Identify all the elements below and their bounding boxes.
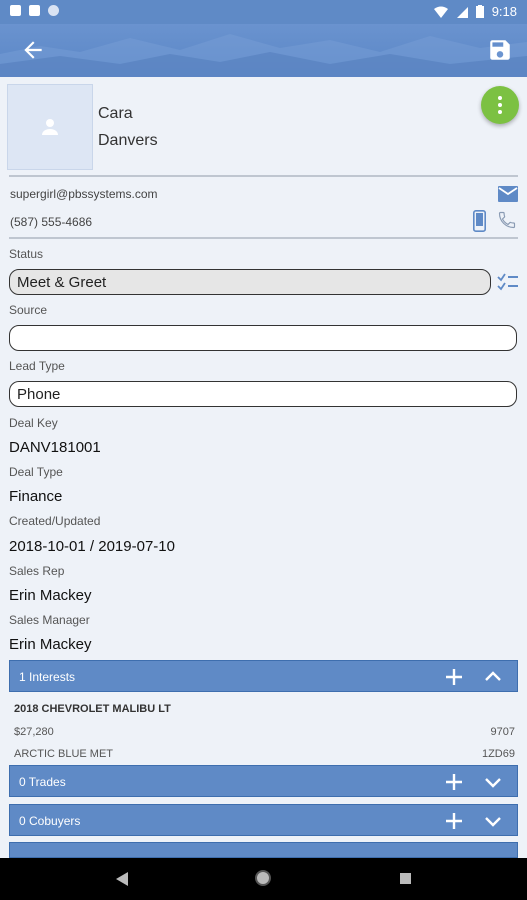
deal-type-label: Deal Type bbox=[9, 465, 63, 479]
divider bbox=[9, 237, 518, 239]
deal-type-value: Finance bbox=[9, 488, 63, 505]
interests-section-title: 1 Interests bbox=[19, 670, 76, 684]
vehicle-stock-number: 9707 bbox=[490, 726, 515, 738]
arrow-back-icon[interactable] bbox=[20, 37, 46, 63]
more-vert-icon bbox=[498, 96, 502, 100]
created-updated-label: Created/Updated bbox=[9, 514, 101, 528]
chevron-down-icon[interactable] bbox=[483, 772, 503, 792]
vehicle-price: $27,280 bbox=[14, 726, 54, 738]
vehicle-vin: 1ZD69 bbox=[481, 748, 515, 760]
app-bar-background bbox=[0, 34, 527, 77]
sync-icon bbox=[48, 5, 59, 16]
deal-key-label: Deal Key bbox=[9, 416, 58, 430]
wifi-icon bbox=[433, 6, 448, 18]
trades-section-header[interactable]: 0 Trades bbox=[9, 765, 518, 797]
person-icon bbox=[42, 119, 58, 135]
trades-section-title: 0 Trades bbox=[19, 775, 66, 789]
lead-type-label: Lead Type bbox=[9, 359, 65, 373]
sim-icon bbox=[10, 5, 21, 16]
deal-key-value: DANV181001 bbox=[9, 439, 101, 456]
lead-type-field[interactable]: Phone bbox=[9, 381, 517, 407]
sales-manager-value: Erin Mackey bbox=[9, 636, 92, 653]
cobuyers-section-title: 0 Cobuyers bbox=[19, 814, 81, 828]
nav-back-icon[interactable] bbox=[116, 872, 128, 886]
last-name: Danvers bbox=[98, 132, 158, 149]
save-icon[interactable] bbox=[487, 37, 513, 63]
status-field[interactable]: Meet & Greet bbox=[9, 269, 491, 295]
no-sim-icon bbox=[456, 6, 468, 18]
phone-text[interactable]: (587) 555-4686 bbox=[10, 215, 92, 229]
divider bbox=[9, 175, 518, 177]
chevron-up-icon[interactable] bbox=[483, 667, 503, 687]
first-name: Cara bbox=[98, 105, 133, 122]
next-section-header[interactable] bbox=[9, 842, 518, 858]
status-left-icons bbox=[10, 5, 59, 16]
cobuyers-section-header[interactable]: 0 Cobuyers bbox=[9, 804, 518, 836]
status-time: 9:18 bbox=[491, 4, 517, 19]
source-label: Source bbox=[9, 303, 48, 317]
sd-card-icon bbox=[29, 5, 40, 16]
email-text[interactable]: supergirl@pbssystems.com bbox=[10, 187, 158, 201]
more-options-button[interactable] bbox=[481, 86, 519, 124]
nav-home-icon[interactable] bbox=[255, 870, 271, 886]
vehicle-color: ARCTIC BLUE MET bbox=[14, 748, 114, 760]
phone-icon[interactable] bbox=[497, 210, 517, 230]
checklist-icon[interactable] bbox=[497, 272, 519, 292]
status-right-icons: 9:18 bbox=[433, 4, 517, 19]
mobile-phone-icon[interactable] bbox=[473, 210, 486, 232]
chevron-down-icon[interactable] bbox=[483, 811, 503, 831]
interests-section-header[interactable]: 1 Interests bbox=[9, 660, 518, 692]
sales-rep-label: Sales Rep bbox=[9, 564, 65, 578]
add-trade-icon[interactable] bbox=[444, 772, 464, 792]
email-icon[interactable] bbox=[498, 186, 518, 202]
created-updated-value: 2018-10-01 / 2019-07-10 bbox=[9, 538, 175, 555]
add-cobuyer-icon[interactable] bbox=[444, 811, 464, 831]
sales-rep-value: Erin Mackey bbox=[9, 587, 92, 604]
app-bar bbox=[0, 24, 527, 77]
status-label: Status bbox=[9, 247, 44, 261]
source-field[interactable] bbox=[9, 325, 517, 351]
sales-manager-label: Sales Manager bbox=[9, 613, 90, 627]
add-interest-icon[interactable] bbox=[444, 667, 464, 687]
contact-photo[interactable] bbox=[7, 84, 93, 170]
nav-recents-icon[interactable] bbox=[400, 873, 411, 884]
battery-icon bbox=[475, 5, 484, 18]
vehicle-title[interactable]: 2018 CHEVROLET MALIBU LT bbox=[14, 703, 171, 715]
status-bar: 9:18 bbox=[0, 0, 527, 24]
navigation-bar bbox=[0, 858, 527, 900]
